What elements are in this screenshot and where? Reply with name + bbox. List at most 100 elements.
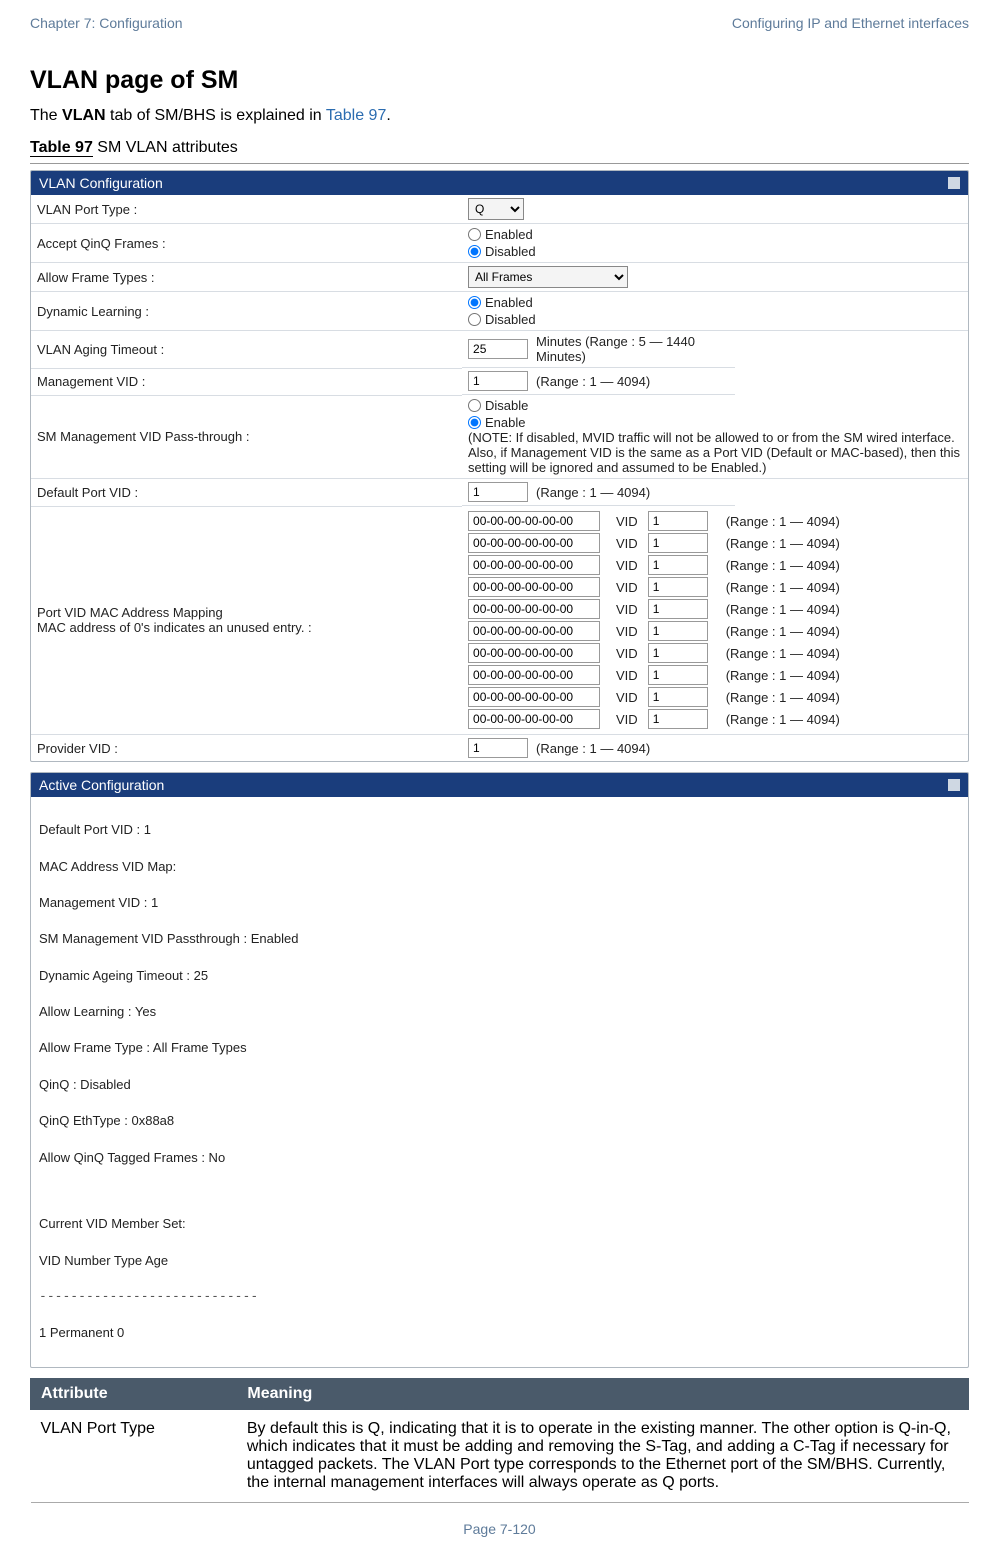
vid-input[interactable] [648, 687, 708, 707]
vid-input[interactable] [648, 555, 708, 575]
smpass-disable-text: Disable [485, 398, 528, 413]
def-port-vid-input[interactable] [468, 482, 528, 502]
mac-range: (Range : 1 — 4094) [726, 602, 840, 617]
mac-range: (Range : 1 — 4094) [726, 514, 840, 529]
vid-label: VID [616, 624, 638, 639]
collapse-icon[interactable] [948, 177, 960, 189]
dyn-learn-enabled-radio[interactable] [468, 296, 481, 309]
vlan-port-type-label: VLAN Port Type : [31, 195, 462, 224]
vid-label: VID [616, 646, 638, 661]
vid-input[interactable] [648, 533, 708, 553]
vid-label: VID [616, 580, 638, 595]
vid-input[interactable] [648, 577, 708, 597]
mgmt-vid-range: (Range : 1 — 4094) [536, 374, 650, 389]
vid-label: VID [616, 668, 638, 683]
vlan-config-header: VLAN Configuration [31, 171, 968, 195]
vid-label: VID [616, 558, 638, 573]
page-title: VLAN page of SM [30, 66, 969, 95]
active-line: 1 Permanent 0 [39, 1324, 960, 1342]
vid-input[interactable] [648, 621, 708, 641]
mac-input[interactable] [468, 599, 600, 619]
mac-range: (Range : 1 — 4094) [726, 712, 840, 727]
active-line: Dynamic Ageing Timeout : 25 [39, 967, 960, 985]
mac-input[interactable] [468, 643, 600, 663]
meaning-header: Meaning [237, 1378, 969, 1409]
smpass-note: (NOTE: If disabled, MVID traffic will no… [468, 430, 962, 475]
vlan-config-table: VLAN Port Type : Q Accept QinQ Frames : … [31, 195, 968, 761]
vlan-config-title: VLAN Configuration [39, 175, 163, 191]
active-line: Allow QinQ Tagged Frames : No [39, 1149, 960, 1167]
dyn-learn-label: Dynamic Learning : [31, 292, 462, 331]
vid-input[interactable] [648, 511, 708, 531]
dyn-learn-disabled-radio[interactable] [468, 313, 481, 326]
intro-paragraph: The VLAN tab of SM/BHS is explained in T… [30, 107, 969, 125]
active-config-title: Active Configuration [39, 777, 164, 793]
attr-header: Attribute [31, 1378, 237, 1409]
mac-input[interactable] [468, 533, 600, 553]
mac-input[interactable] [468, 577, 600, 597]
prov-vid-input[interactable] [468, 738, 528, 758]
table-caption: Table 97 SM VLAN attributes [30, 139, 969, 157]
active-line: Allow Frame Type : All Frame Types [39, 1039, 960, 1057]
active-line: Allow Learning : Yes [39, 1003, 960, 1021]
accept-qinq-disabled-text: Disabled [485, 244, 536, 259]
allow-frame-select[interactable]: All Frames [468, 266, 628, 288]
collapse-icon[interactable] [948, 779, 960, 791]
vid-input[interactable] [648, 599, 708, 619]
prov-vid-range: (Range : 1 — 4094) [536, 741, 650, 756]
mac-input[interactable] [468, 687, 600, 707]
mgmt-vid-input[interactable] [468, 371, 528, 391]
mac-range: (Range : 1 — 4094) [726, 558, 840, 573]
smpass-label: SM Management VID Pass-through : [31, 395, 462, 479]
page-footer: Page 7-120 [0, 1521, 999, 1537]
active-config-header: Active Configuration [31, 773, 968, 797]
accept-qinq-label: Accept QinQ Frames : [31, 224, 462, 263]
meaning-cell: By default this is Q, indicating that it… [237, 1409, 969, 1502]
macmap-container: VID (Range : 1 — 4094) VID (Range : 1 — 40… [462, 506, 968, 735]
mac-input[interactable] [468, 665, 600, 685]
smpass-enable-text: Enable [485, 415, 525, 430]
active-config-panel: Active Configuration Default Port VID : … [30, 772, 969, 1368]
mac-range: (Range : 1 — 4094) [726, 580, 840, 595]
intro-pre: The [30, 107, 62, 124]
chapter-label: Chapter 7: Configuration [30, 15, 183, 31]
vid-label: VID [616, 712, 638, 727]
mac-input[interactable] [468, 709, 600, 729]
prov-vid-label: Provider VID : [31, 735, 462, 762]
mac-range: (Range : 1 — 4094) [726, 624, 840, 639]
active-line: SM Management VID Passthrough : Enabled [39, 930, 960, 948]
active-divider: ---------------------------- [39, 1288, 960, 1306]
vid-input[interactable] [648, 709, 708, 729]
vlan-port-type-select[interactable]: Q [468, 198, 524, 220]
active-line: Default Port VID : 1 [39, 821, 960, 839]
active-line: MAC Address VID Map: [39, 858, 960, 876]
vid-label: VID [616, 602, 638, 617]
aging-input[interactable] [468, 339, 528, 359]
intro-post: . [386, 107, 390, 124]
active-line: Current VID Member Set: [39, 1215, 960, 1233]
attribute-table: Attribute Meaning VLAN Port Type By defa… [30, 1378, 969, 1503]
active-config-body: Default Port VID : 1 MAC Address VID Map… [31, 797, 968, 1367]
mac-range: (Range : 1 — 4094) [726, 536, 840, 551]
active-line: QinQ : Disabled [39, 1076, 960, 1094]
mac-range: (Range : 1 — 4094) [726, 668, 840, 683]
aging-label: VLAN Aging Timeout : [31, 331, 462, 369]
aging-range: Minutes (Range : 5 — 1440 Minutes) [536, 334, 729, 364]
accept-qinq-enabled-radio[interactable] [468, 228, 481, 241]
active-line: VID Number Type Age [39, 1252, 960, 1270]
allow-frame-label: Allow Frame Types : [31, 263, 462, 292]
mac-input[interactable] [468, 621, 600, 641]
smpass-disable-radio[interactable] [468, 399, 481, 412]
smpass-enable-radio[interactable] [468, 416, 481, 429]
accept-qinq-disabled-radio[interactable] [468, 245, 481, 258]
vid-input[interactable] [648, 643, 708, 663]
mac-input[interactable] [468, 511, 600, 531]
vid-input[interactable] [648, 665, 708, 685]
mac-input[interactable] [468, 555, 600, 575]
mgmt-vid-label: Management VID : [31, 368, 462, 395]
vlan-config-panel: VLAN Configuration VLAN Port Type : Q Ac… [30, 170, 969, 762]
dyn-learn-enabled-text: Enabled [485, 295, 533, 310]
mac-range: (Range : 1 — 4094) [726, 646, 840, 661]
def-port-vid-label: Default Port VID : [31, 479, 462, 507]
intro-link[interactable]: Table 97 [326, 107, 387, 124]
